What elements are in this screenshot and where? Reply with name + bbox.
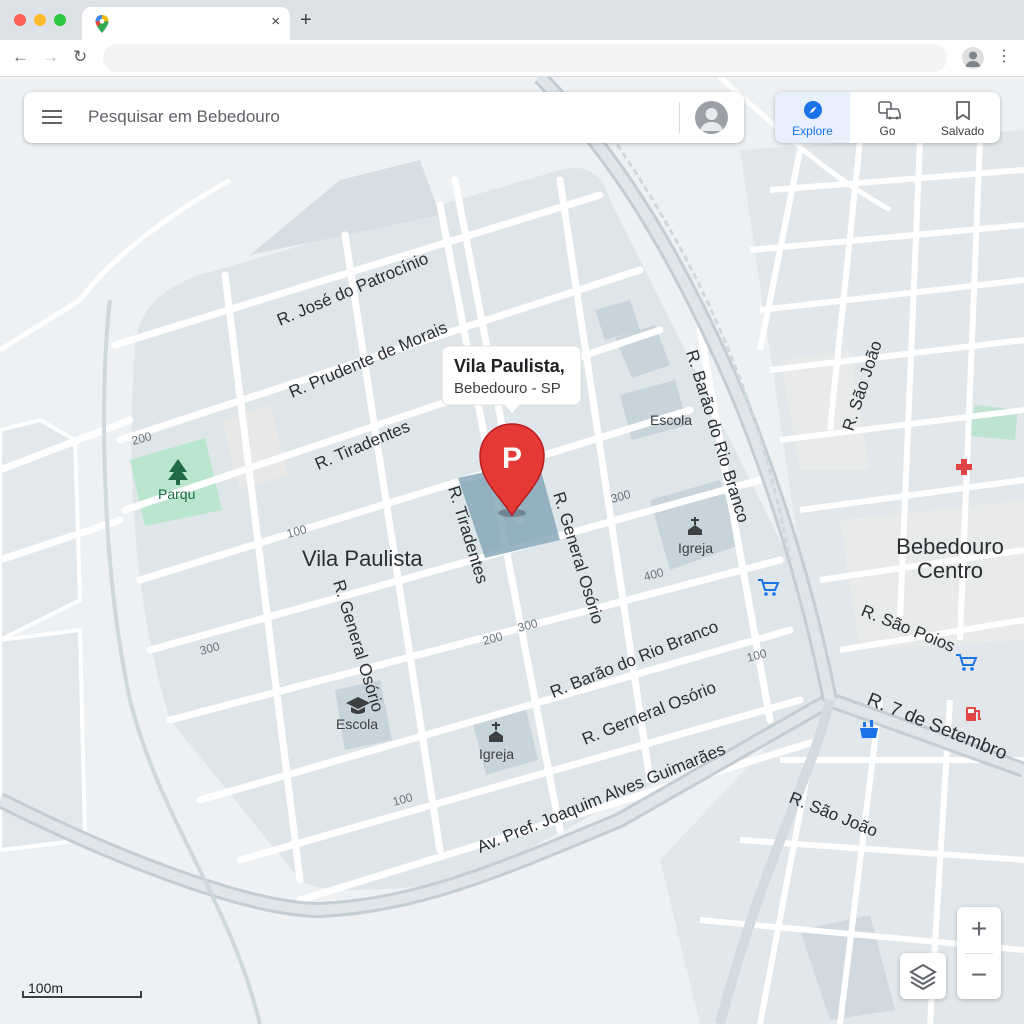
- account-avatar-icon[interactable]: [695, 101, 728, 134]
- scale-bar: 100m: [22, 978, 142, 998]
- map-canvas[interactable]: R. José do Patrocínio R. Prudente de Mor…: [0, 77, 1024, 1024]
- reload-button[interactable]: ↻: [73, 47, 87, 67]
- maps-favicon-icon: [95, 15, 109, 33]
- go-button[interactable]: Go: [850, 92, 925, 143]
- browser-tab[interactable]: ×: [82, 7, 290, 40]
- neighborhood-label-vila-paulista: Vila Paulista: [302, 546, 423, 571]
- city-label-line1: Bebedouro: [896, 534, 1004, 559]
- minimize-window-button[interactable]: [34, 14, 46, 26]
- search-divider: [679, 102, 680, 133]
- scale-line: [22, 991, 142, 998]
- browser-titlebar: × +: [0, 0, 1024, 40]
- zoom-divider: [965, 953, 993, 954]
- layers-icon: [909, 963, 937, 991]
- menu-icon[interactable]: [42, 110, 62, 128]
- pin-label: P: [502, 442, 522, 475]
- church-label: Igreja: [678, 540, 713, 556]
- city-label-line2: Centro: [917, 558, 983, 583]
- browser-menu-button[interactable]: ⋮: [996, 46, 1012, 66]
- school-label-2: Escola: [336, 716, 378, 732]
- zoom-in-button[interactable]: +: [957, 907, 1001, 953]
- compass-icon: [803, 101, 822, 119]
- zoom-out-button[interactable]: −: [957, 953, 1001, 999]
- search-input[interactable]: [86, 106, 680, 128]
- saved-label: Salvado: [940, 124, 985, 138]
- layers-button[interactable]: [900, 953, 946, 999]
- explore-button[interactable]: Explore: [775, 92, 850, 143]
- back-button[interactable]: ←: [12, 47, 29, 67]
- forward-button[interactable]: →: [42, 47, 59, 67]
- church-label-2: Igreja: [479, 746, 514, 762]
- location-info-popup[interactable]: Vila Paulista, Bebedouro - SP: [441, 345, 582, 413]
- zoom-control: + −: [957, 907, 1001, 999]
- go-label: Go: [879, 124, 896, 138]
- saved-button[interactable]: Salvado: [925, 92, 1000, 143]
- commute-icon: [877, 101, 901, 120]
- browser-toolbar: ← → ↻ ⋮: [0, 40, 1024, 77]
- new-tab-button[interactable]: +: [300, 9, 312, 32]
- profile-avatar-icon[interactable]: [962, 47, 984, 69]
- school-label: Escola: [650, 412, 692, 428]
- popup-subtitle: Bebedouro - SP: [454, 380, 561, 397]
- tab-close-icon[interactable]: ×: [271, 13, 280, 30]
- maximize-window-button[interactable]: [54, 14, 66, 26]
- close-window-button[interactable]: [14, 14, 26, 26]
- park-label: Parqu: [158, 486, 195, 502]
- map-search-box: [24, 92, 744, 143]
- explore-label: Explore: [792, 124, 833, 138]
- map-nav-panel: Explore Go Salvado: [775, 92, 1000, 143]
- address-bar[interactable]: [103, 44, 947, 72]
- popup-title: Vila Paulista,: [454, 356, 565, 376]
- bookmark-icon: [955, 101, 970, 120]
